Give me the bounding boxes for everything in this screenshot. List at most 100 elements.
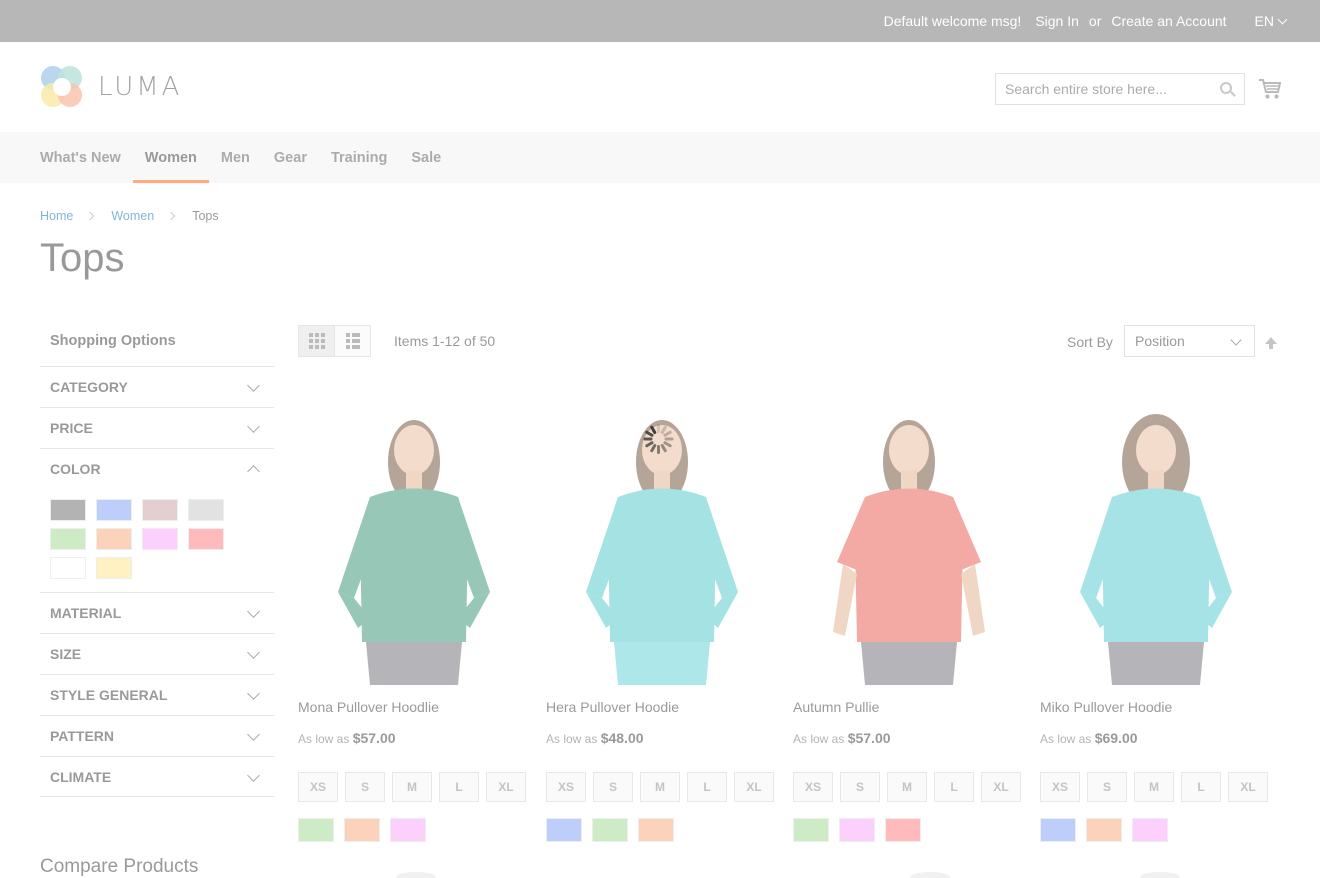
grid-icon [308,333,325,349]
filter-material[interactable]: MATERIAL [40,592,274,633]
chevron-down-icon [247,769,260,782]
color-options [1040,818,1178,842]
sort-by-select[interactable]: Position [1124,325,1255,357]
color-swatch[interactable] [390,818,426,842]
size-option[interactable]: L [934,772,974,802]
color-swatch[interactable] [638,818,674,842]
filter-climate[interactable]: CLIMATE [40,756,274,797]
size-option[interactable]: XS [793,772,833,802]
color-swatch[interactable] [96,557,132,579]
nav-item-gear[interactable]: Gear [262,132,319,183]
size-option[interactable]: L [1181,772,1221,802]
product-image[interactable] [793,392,1025,685]
color-swatch[interactable] [188,528,224,550]
chevron-down-icon [247,379,260,392]
color-swatch[interactable] [50,557,86,579]
size-option[interactable]: M [392,772,432,802]
product-image[interactable] [298,392,530,685]
price-value: $69.00 [1094,730,1138,746]
product-card: Mona Pullover Hoodlie As low as $57.00 XS… [298,392,530,842]
nav-item-training[interactable]: Training [319,132,399,183]
shopping-options-title: Shopping Options [50,333,176,349]
size-option[interactable]: S [345,772,385,802]
chevron-down-icon [247,728,260,741]
filter-size[interactable]: SIZE [40,633,274,674]
product-name[interactable]: Miko Pullover Hoodie [1040,699,1172,715]
color-swatch[interactable] [793,818,829,842]
size-options: XS S M L XL [298,772,533,802]
color-swatch[interactable] [1040,818,1076,842]
color-swatch[interactable] [96,499,132,521]
color-swatch[interactable] [142,499,178,521]
product-photo-icon [338,420,490,685]
color-swatch[interactable] [839,818,875,842]
size-option[interactable]: S [840,772,880,802]
page-title: Tops [40,236,125,280]
color-options [298,818,436,842]
search-input[interactable] [996,74,1206,104]
color-swatch[interactable] [188,499,224,521]
color-swatch[interactable] [142,528,178,550]
chevron-down-icon [247,687,260,700]
page-header: LUMA [0,42,1320,132]
size-option[interactable]: XS [298,772,338,802]
grid-view-button[interactable] [298,325,335,357]
color-swatch[interactable] [50,528,86,550]
chevron-right-icon [86,211,95,221]
size-option[interactable]: XL [1228,772,1268,802]
nav-item-whats-new[interactable]: What's New [40,132,133,183]
color-swatch[interactable] [96,528,132,550]
filter-label: STYLE GENERAL [50,687,168,703]
color-swatch[interactable] [546,818,582,842]
size-option[interactable]: L [687,772,727,802]
filter-color[interactable]: COLOR [40,448,274,489]
price-value: $57.00 [352,730,396,746]
product-image[interactable] [1040,392,1272,685]
filter-label: PRICE [50,420,93,436]
size-option[interactable]: M [640,772,680,802]
filter-label: CLIMATE [50,768,112,785]
color-swatch[interactable] [50,499,86,521]
color-swatch[interactable] [885,818,921,842]
welcome-message: Default welcome msg! [883,13,1022,29]
product-name[interactable]: Autumn Pullie [793,699,879,715]
chevron-down-icon [1230,334,1242,346]
nav-item-women[interactable]: Women [132,132,210,183]
sign-in-link[interactable]: Sign In [1035,13,1079,29]
color-swatch[interactable] [592,818,628,842]
list-view-button[interactable] [334,325,371,357]
size-options: XS S M L XL [1040,772,1275,802]
breadcrumb-home[interactable]: Home [40,209,73,223]
color-swatch[interactable] [298,818,334,842]
partial-product-image [1140,872,1180,878]
logo[interactable]: LUMA [40,64,190,110]
filter-price[interactable]: PRICE [40,407,274,448]
breadcrumb-women[interactable]: Women [111,209,154,223]
size-option[interactable]: XS [546,772,586,802]
color-swatch[interactable] [344,818,380,842]
size-option[interactable]: S [593,772,633,802]
size-option[interactable]: S [1087,772,1127,802]
color-swatch[interactable] [1086,818,1122,842]
size-option[interactable]: XS [1040,772,1080,802]
size-option[interactable]: M [887,772,927,802]
create-account-link[interactable]: Create an Account [1111,13,1226,29]
color-options [793,818,931,842]
nav-item-sale[interactable]: Sale [399,132,453,183]
product-name[interactable]: Mona Pullover Hoodlie [298,699,439,715]
sort-direction-arrow-icon[interactable] [1264,336,1278,350]
filter-pattern[interactable]: PATTERN [40,715,274,756]
size-option[interactable]: XL [486,772,526,802]
cart-icon[interactable] [1258,78,1282,100]
filter-style-general[interactable]: STYLE GENERAL [40,674,274,715]
size-option[interactable]: XL [981,772,1021,802]
size-option[interactable]: L [439,772,479,802]
size-option[interactable]: M [1134,772,1174,802]
nav-item-men[interactable]: Men [209,132,262,183]
product-name[interactable]: Hera Pullover Hoodie [546,699,679,715]
search-icon[interactable] [1220,82,1232,94]
size-option[interactable]: XL [734,772,774,802]
filter-category[interactable]: CATEGORY [40,366,274,407]
color-swatch[interactable] [1132,818,1168,842]
language-switcher[interactable]: EN [1241,13,1288,29]
